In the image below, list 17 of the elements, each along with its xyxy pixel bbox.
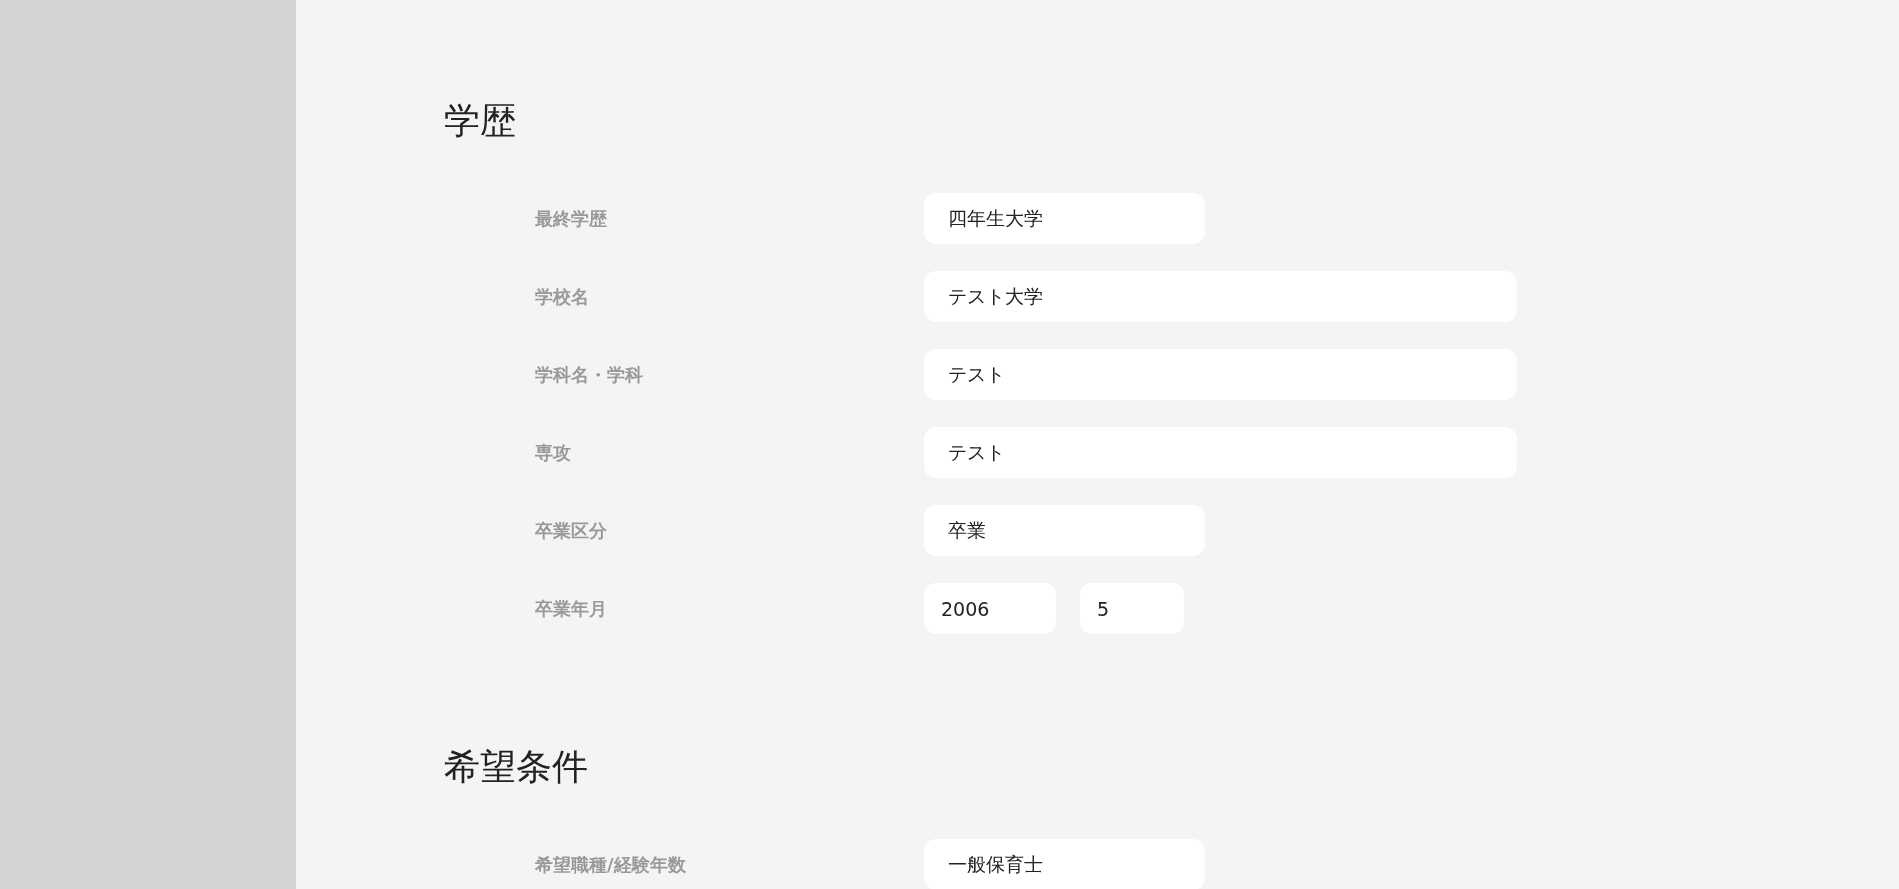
input-field[interactable]: 卒業 xyxy=(924,505,1205,556)
input-field[interactable]: 一般保育士 xyxy=(924,839,1205,889)
section-heading: 希望条件 xyxy=(444,746,589,788)
input-field[interactable]: 四年生大学 xyxy=(924,193,1205,244)
input-field[interactable]: テスト xyxy=(924,427,1517,478)
field-label: 卒業区分 xyxy=(535,518,608,543)
input-field[interactable]: 2006 xyxy=(924,583,1056,634)
input-field[interactable]: テスト大学 xyxy=(924,271,1517,322)
field-label: 専攻 xyxy=(535,440,572,465)
input-field[interactable]: テスト xyxy=(924,349,1517,400)
input-field[interactable]: 5 xyxy=(1080,583,1184,634)
field-label: 卒業年月 xyxy=(535,596,608,621)
field-label: 学科名・学科 xyxy=(535,362,644,387)
field-label: 最終学歴 xyxy=(535,206,608,231)
field-label: 学校名 xyxy=(535,284,590,309)
field-label: 希望職種/経験年数 xyxy=(535,852,687,877)
section-heading: 学歴 xyxy=(444,100,517,142)
